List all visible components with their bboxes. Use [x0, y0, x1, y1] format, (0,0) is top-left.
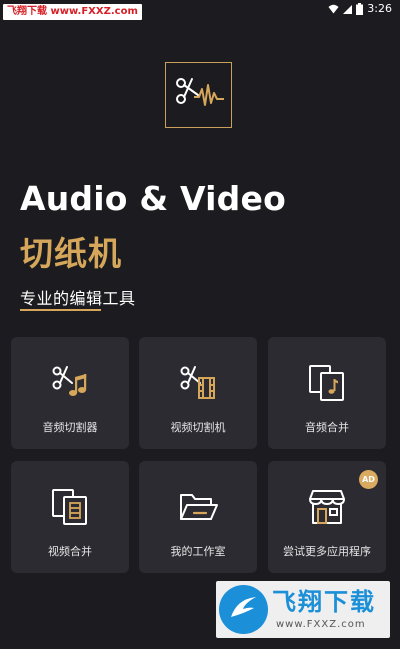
audio-cutter-icon [52, 366, 87, 396]
watermark-url: www.FXXZ.com [276, 619, 366, 630]
video-cutter-card[interactable]: 视频切割机 [139, 337, 257, 449]
audio-cutter-card[interactable]: 音频切割器 [11, 337, 129, 449]
status-icons: 3:26 [328, 2, 392, 15]
wifi-icon [328, 4, 339, 13]
status-bar: 飞翔下载 www.FXXZ.com 3:26 [0, 0, 400, 20]
video-cutter-icon [180, 366, 215, 399]
battery-icon [356, 2, 364, 15]
more-apps-label: 尝试更多应用程序 [283, 545, 371, 558]
more-apps-card[interactable]: AD 尝试更多应用程序 [268, 461, 386, 573]
my-studio-label: 我的工作室 [170, 545, 226, 558]
scissors-waveform-icon [176, 78, 224, 106]
subtitle-underline [20, 309, 101, 311]
app-logo [165, 62, 232, 128]
audio-merge-card[interactable]: 音频合并 [268, 337, 386, 449]
app-subtitle: 专业的编辑工具 [20, 289, 136, 308]
bird-logo-icon [231, 597, 256, 617]
video-merge-icon [52, 489, 87, 525]
audio-merge-icon [309, 365, 344, 401]
audio-cutter-label: 音频切割器 [42, 421, 98, 434]
signal-icon [343, 4, 353, 14]
audio-merge-label: 音频合并 [305, 421, 349, 434]
video-cutter-label: 视频切割机 [170, 421, 226, 434]
watermark-bottom: 飞翔下载 www.FXXZ.com [216, 581, 390, 638]
status-time: 3:26 [367, 2, 392, 15]
folder-icon [180, 494, 218, 520]
watermark-logo [219, 585, 268, 634]
video-merge-label: 视频合并 [48, 545, 92, 558]
app-title-en: Audio & Video [20, 179, 286, 218]
watermark-top: 飞翔下载 www.FXXZ.com [3, 4, 142, 20]
app-title-cn: 切纸机 [20, 234, 122, 273]
store-icon [309, 490, 345, 524]
video-merge-card[interactable]: 视频合并 [11, 461, 129, 573]
watermark-title: 飞翔下载 [272, 588, 376, 616]
my-studio-card[interactable]: 我的工作室 [139, 461, 257, 573]
